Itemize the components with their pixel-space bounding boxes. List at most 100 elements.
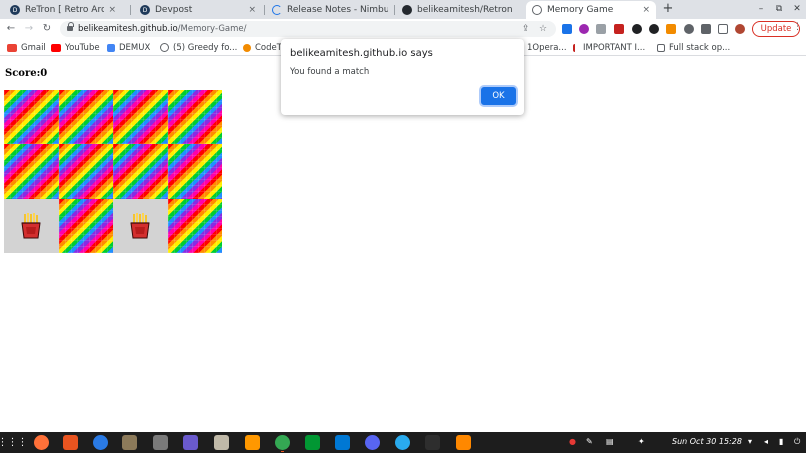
tab-retron[interactable]: D ReTron [ Retro Arcade X × (4, 1, 122, 19)
codechef-icon (243, 43, 251, 52)
new-tab-button[interactable]: + (661, 1, 675, 17)
color-picker-icon[interactable]: ✎ (586, 437, 593, 446)
vlc-icon[interactable] (456, 435, 471, 450)
page-icon (657, 43, 665, 52)
bookmark-opera[interactable]: 1Opera... (527, 41, 567, 54)
memory-card-hidden[interactable] (113, 144, 168, 199)
memory-card-hidden[interactable] (58, 198, 113, 254)
loading-icon (272, 5, 282, 15)
extension-icon[interactable] (684, 24, 694, 34)
bookmark-codet[interactable]: CodeT (243, 41, 282, 54)
extensions-puzzle-icon[interactable] (701, 24, 711, 34)
more-menu-icon[interactable]: ⋮ (793, 22, 802, 32)
bookmark-greedy[interactable]: (5) Greedy fo... (160, 41, 237, 54)
dialog-title: belikeamitesh.github.io says (290, 48, 433, 59)
battery-icon[interactable]: ▮ (779, 437, 783, 446)
tab-label: Devpost (155, 5, 193, 15)
recording-icon[interactable]: ● (569, 437, 576, 446)
dialog-ok-button[interactable]: OK (481, 87, 516, 105)
clock[interactable]: Sun Oct 30 15:28 (672, 437, 742, 446)
reload-button[interactable]: ↻ (40, 22, 54, 36)
telegram-icon[interactable] (395, 435, 410, 450)
fries-icon (130, 212, 150, 239)
tab-label: Memory Game (547, 5, 614, 15)
files-icon[interactable] (214, 435, 229, 450)
help-icon[interactable] (93, 435, 108, 450)
gmail-icon (7, 43, 17, 52)
fries-icon (21, 212, 41, 239)
bookmark-icon (573, 43, 579, 52)
star-icon[interactable]: ☆ (539, 23, 547, 35)
running-indicator (281, 451, 284, 452)
side-panel-icon[interactable] (718, 24, 728, 34)
extension-icon[interactable] (579, 24, 589, 34)
firefox-icon[interactable] (34, 435, 49, 450)
vim-icon[interactable] (305, 435, 320, 450)
extension-icon[interactable] (649, 24, 659, 34)
accessibility-icon[interactable]: ✦ (638, 437, 645, 446)
url-text[interactable]: belikeamitesh.github.io/Memory-Game/ (78, 23, 247, 35)
tab-release-notes[interactable]: Release Notes - Nimbus (266, 1, 394, 19)
chrome-icon[interactable] (275, 435, 290, 450)
bookmark-youtube[interactable]: YouTube (51, 41, 100, 54)
bookmark-fullstack[interactable]: Full stack op... (657, 41, 730, 54)
tab-divider (130, 5, 131, 15)
memory-card-revealed[interactable] (4, 198, 59, 253)
extension-icon[interactable] (666, 24, 676, 34)
brasero-icon[interactable] (153, 435, 168, 450)
share-icon[interactable]: ⇪ (522, 23, 530, 35)
vscode-icon[interactable] (335, 435, 350, 450)
screenshot-icon[interactable] (183, 435, 198, 450)
forward-button[interactable]: → (22, 22, 36, 36)
tab-github-retron[interactable]: belikeamitesh/Retron (396, 1, 524, 19)
address-bar[interactable]: belikeamitesh.github.io/Memory-Game/ ⇪ ☆ (60, 21, 556, 37)
back-button[interactable]: ← (4, 22, 18, 36)
youtube-icon (51, 43, 61, 52)
memory-card-revealed[interactable] (113, 198, 168, 253)
globe-icon (532, 5, 542, 15)
screen: D ReTron [ Retro Arcade X × D Devpost × … (0, 0, 806, 453)
memory-card-hidden[interactable] (4, 144, 59, 199)
volume-icon[interactable]: ◂ (764, 437, 768, 446)
lock-icon[interactable] (67, 22, 74, 32)
tab-devpost[interactable]: D Devpost × (134, 1, 262, 19)
globe-icon (160, 43, 169, 52)
gimp-icon[interactable] (122, 435, 137, 450)
software-center-icon[interactable] (63, 435, 78, 450)
memory-card-hidden[interactable] (58, 144, 113, 199)
terminal-icon[interactable] (425, 435, 440, 450)
app-grid-icon[interactable]: ⋮⋮⋮ (0, 435, 28, 450)
close-icon[interactable]: × (248, 5, 256, 15)
sublime-icon[interactable] (245, 435, 260, 450)
memory-card-hidden[interactable] (167, 90, 222, 145)
discord-icon[interactable] (365, 435, 380, 450)
extension-icon[interactable] (596, 24, 606, 34)
extension-icon[interactable] (562, 24, 572, 34)
bookmark-important[interactable]: IMPORTANT I... (573, 41, 645, 54)
tab-label: belikeamitesh/Retron (417, 5, 513, 15)
extension-icon[interactable] (632, 24, 642, 34)
extension-icon[interactable] (614, 24, 624, 34)
memory-card-hidden[interactable] (167, 198, 222, 254)
restore-button[interactable]: ⧉ (772, 2, 786, 16)
tab-memory-game[interactable]: Memory Game × (526, 1, 656, 19)
memory-card-hidden[interactable] (4, 90, 59, 145)
memory-card-hidden[interactable] (58, 90, 113, 145)
score-label: Score:0 (5, 68, 48, 79)
close-icon[interactable]: × (642, 5, 650, 15)
power-icon[interactable]: ⏻ (794, 437, 800, 447)
close-icon[interactable]: × (108, 5, 116, 15)
network-icon[interactable]: ▾ (748, 437, 752, 446)
tab-label: ReTron [ Retro Arcade X (25, 5, 105, 15)
github-icon (402, 5, 412, 15)
clipboard-icon[interactable]: ▤ (606, 437, 614, 446)
bookmark-gmail[interactable]: Gmail (7, 41, 46, 54)
tab-divider (264, 5, 265, 15)
devpost-icon: D (10, 5, 20, 15)
memory-card-hidden[interactable] (113, 90, 168, 145)
memory-card-hidden[interactable] (167, 144, 222, 199)
close-window-button[interactable]: ✕ (790, 2, 804, 16)
bookmark-demux[interactable]: DEMUX (107, 41, 150, 54)
profile-avatar[interactable] (735, 24, 745, 34)
minimize-button[interactable]: – (754, 2, 768, 16)
